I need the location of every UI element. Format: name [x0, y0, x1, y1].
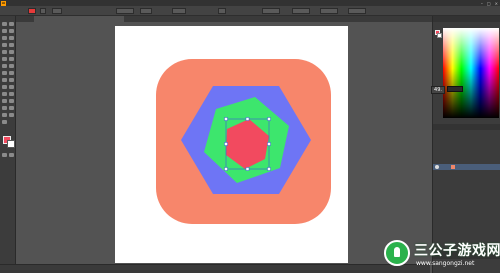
pencil-tool-icon[interactable] — [9, 57, 14, 61]
x-position-field[interactable] — [262, 8, 280, 14]
watermark-url: www.sangongzi.net — [416, 260, 475, 267]
minimize-icon[interactable]: – — [481, 1, 483, 6]
mesh-tool-icon[interactable] — [9, 85, 14, 89]
perspective-grid-tool-icon[interactable] — [2, 85, 7, 89]
fill-color-dropdown[interactable] — [28, 8, 36, 14]
android-logo-icon — [384, 240, 410, 266]
rotate-tool-icon[interactable] — [9, 64, 14, 68]
tools-panel — [0, 16, 16, 264]
status-bar — [0, 264, 430, 273]
type-tool-icon[interactable] — [2, 43, 7, 47]
stroke-weight-field[interactable] — [52, 8, 62, 14]
eyedropper-tool-icon[interactable] — [9, 92, 14, 96]
screen-mode-icon[interactable] — [9, 153, 14, 157]
slice-tool-icon[interactable] — [2, 113, 7, 117]
panel-stroke-swatch[interactable] — [437, 33, 442, 38]
align-dropdown[interactable] — [218, 8, 226, 14]
color-value-readout: 49. — [431, 86, 445, 94]
close-icon[interactable]: × — [495, 1, 498, 6]
app-logo: Ai — [1, 0, 6, 6]
paintbrush-tool-icon[interactable] — [9, 50, 14, 54]
tooltip — [447, 86, 463, 92]
shape-builder-tool-icon[interactable] — [9, 78, 14, 82]
artwork — [156, 59, 331, 224]
watermark-title: 三公子游戏网 — [414, 243, 500, 259]
rectangle-tool-icon[interactable] — [2, 50, 7, 54]
symbol-sprayer-tool-icon[interactable] — [9, 99, 14, 103]
scale-tool-icon[interactable] — [2, 71, 7, 75]
document-tab-bar — [16, 16, 500, 22]
maximize-icon[interactable]: □ — [487, 1, 491, 6]
direct-selection-tool-icon[interactable] — [9, 22, 14, 26]
color-spectrum[interactable] — [443, 28, 499, 118]
opacity-field[interactable] — [172, 8, 186, 14]
pen-tool-icon[interactable] — [2, 36, 7, 40]
site-watermark: 三公子游戏网 www.sangongzi.net — [382, 238, 500, 273]
stroke-color-dropdown[interactable] — [40, 8, 46, 14]
line-tool-icon[interactable] — [9, 43, 14, 47]
layer-thumbnail — [451, 165, 455, 169]
layers-panel-header[interactable] — [433, 124, 500, 130]
eraser-tool-icon[interactable] — [2, 64, 7, 68]
draw-mode-icon[interactable] — [2, 153, 7, 157]
selection-tool-icon[interactable] — [2, 22, 7, 26]
visibility-eye-icon[interactable] — [435, 165, 439, 169]
control-bar — [0, 6, 500, 16]
width-tool-icon[interactable] — [9, 71, 14, 75]
blend-tool-icon[interactable] — [2, 99, 7, 103]
artboard-tool-icon[interactable] — [9, 106, 14, 110]
free-transform-tool-icon[interactable] — [2, 78, 7, 82]
style-dropdown[interactable] — [140, 8, 152, 14]
layer-row[interactable] — [433, 164, 500, 170]
width-field[interactable] — [320, 8, 338, 14]
zoom-tool-icon[interactable] — [2, 120, 7, 124]
brush-definition-dropdown[interactable] — [116, 8, 134, 14]
column-graph-tool-icon[interactable] — [2, 106, 7, 110]
artboard[interactable] — [115, 26, 348, 263]
y-position-field[interactable] — [292, 8, 310, 14]
curvature-tool-icon[interactable] — [9, 36, 14, 40]
magic-wand-tool-icon[interactable] — [2, 29, 7, 33]
hand-tool-icon[interactable] — [9, 113, 14, 117]
lasso-tool-icon[interactable] — [9, 29, 14, 33]
color-panel-tabs[interactable] — [433, 16, 500, 22]
stroke-swatch[interactable] — [7, 140, 15, 148]
height-field[interactable] — [348, 8, 366, 14]
document-tab[interactable] — [34, 16, 124, 22]
shaper-tool-icon[interactable] — [2, 57, 7, 61]
gradient-tool-icon[interactable] — [2, 92, 7, 96]
right-panel-dock — [432, 16, 500, 273]
